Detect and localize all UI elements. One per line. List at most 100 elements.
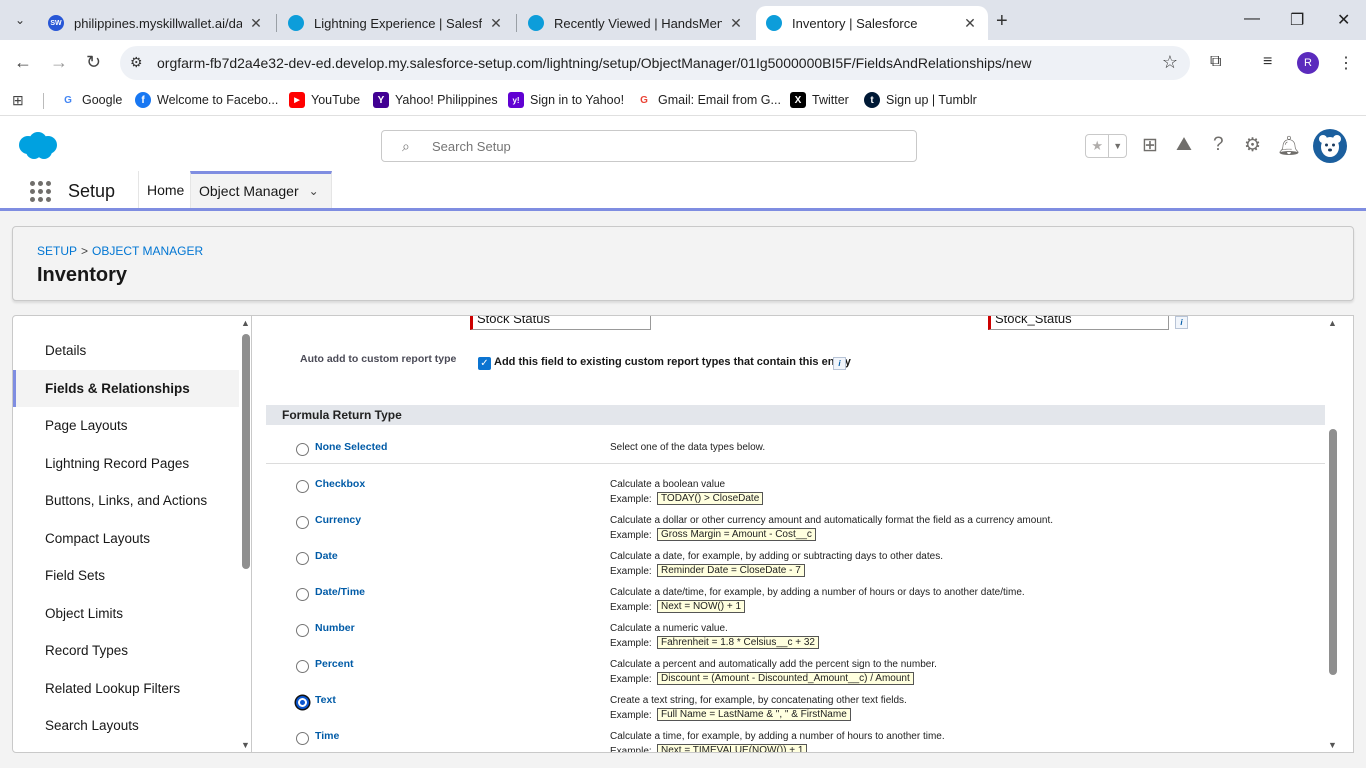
bookmark-twitter[interactable]: X Twitter bbox=[790, 92, 849, 108]
bookmark-tumblr[interactable]: t Sign up | Tumblr bbox=[864, 92, 977, 108]
extensions-icon[interactable]: ⧉ bbox=[1210, 53, 1221, 71]
lnav-record-types[interactable]: Record Types bbox=[13, 632, 239, 669]
close-tab-icon[interactable]: ✕ bbox=[248, 15, 264, 32]
return-type-label[interactable]: Date/Time bbox=[315, 586, 365, 598]
restore-icon[interactable]: ❐ bbox=[1290, 10, 1304, 30]
sf-global-header: ⌕ ★ ▼ ⊞ ⛰ ? ⚙ 🔔︎ bbox=[0, 121, 1366, 171]
chevron-down-icon[interactable]: ⌄ bbox=[309, 184, 319, 198]
radio-date[interactable] bbox=[296, 552, 309, 565]
lnav-details[interactable]: Details bbox=[13, 332, 239, 369]
radio-none-selected[interactable] bbox=[296, 443, 309, 456]
return-type-desc: Select one of the data types below. bbox=[610, 442, 766, 453]
radio-percent[interactable] bbox=[296, 660, 309, 673]
radio-checkbox[interactable] bbox=[296, 480, 309, 493]
url-text[interactable]: orgfarm-fb7d2a4e32-dev-ed.develop.my.sal… bbox=[157, 55, 1031, 71]
setup-gear-icon[interactable]: ⚙ bbox=[1244, 134, 1261, 157]
apps-grid-icon[interactable]: ⊞ bbox=[12, 92, 24, 109]
field-label-input[interactable]: Stock Status bbox=[470, 316, 651, 330]
reload-icon[interactable]: ↻ bbox=[86, 52, 101, 73]
help-icon[interactable]: ? bbox=[1213, 134, 1224, 156]
global-create-icon[interactable]: ⊞ bbox=[1142, 134, 1158, 157]
bookmark-gmail[interactable]: G Gmail: Email from G... bbox=[636, 92, 781, 108]
field-name-input[interactable]: Stock_Status bbox=[988, 316, 1169, 330]
example-label: Example: bbox=[610, 710, 652, 721]
return-type-label[interactable]: Checkbox bbox=[315, 478, 365, 490]
address-bar[interactable]: ⚙ orgfarm-fb7d2a4e32-dev-ed.develop.my.s… bbox=[120, 46, 1190, 80]
lnav-object-limits[interactable]: Object Limits bbox=[13, 595, 239, 632]
forward-icon[interactable]: → bbox=[50, 52, 68, 73]
nav-tab-object-manager[interactable]: Object Manager ⌄ bbox=[190, 171, 332, 208]
back-icon[interactable]: ← bbox=[14, 52, 32, 73]
return-type-label[interactable]: Time bbox=[315, 730, 339, 742]
x-twitter-icon: X bbox=[790, 92, 806, 108]
media-control-icon[interactable]: ≡ bbox=[1263, 53, 1272, 71]
trailhead-icon[interactable]: ⛰ bbox=[1176, 134, 1192, 156]
radio-number[interactable] bbox=[296, 624, 309, 637]
scrollbar-thumb[interactable] bbox=[1329, 429, 1337, 675]
lnav-page-layouts[interactable]: Page Layouts bbox=[13, 407, 239, 444]
nav-tab-home[interactable]: Home bbox=[138, 171, 192, 208]
minimize-icon[interactable]: — bbox=[1244, 10, 1260, 28]
close-tab-icon[interactable]: ✕ bbox=[488, 15, 504, 32]
user-avatar[interactable] bbox=[1313, 129, 1347, 163]
breadcrumb-setup[interactable]: SETUP bbox=[37, 244, 77, 258]
browser-tab-active[interactable]: Inventory | Salesforce ✕ bbox=[756, 6, 988, 40]
favorites-menu-icon[interactable]: ▼ bbox=[1109, 135, 1126, 157]
notifications-bell-icon[interactable]: 🔔︎ bbox=[1277, 134, 1301, 158]
close-tab-icon[interactable]: ✕ bbox=[728, 15, 744, 32]
site-info-icon[interactable]: ⚙ bbox=[130, 54, 143, 71]
lnav-compact-layouts[interactable]: Compact Layouts bbox=[13, 520, 239, 557]
favorite-star-icon[interactable]: ★ bbox=[1086, 135, 1110, 157]
bookmark-star-icon[interactable]: ☆ bbox=[1162, 52, 1178, 73]
bookmark-yahoo-signin[interactable]: y! Sign in to Yahoo! bbox=[508, 92, 624, 108]
window-close-icon[interactable]: ✕ bbox=[1337, 10, 1350, 30]
bookmark-yahoo-ph[interactable]: Y Yahoo! Philippines bbox=[373, 92, 498, 108]
scroll-up-icon[interactable]: ▲ bbox=[241, 318, 250, 328]
lnav-field-sets[interactable]: Field Sets bbox=[13, 557, 239, 594]
close-tab-icon[interactable]: ✕ bbox=[962, 15, 978, 32]
return-type-label[interactable]: Date bbox=[315, 550, 338, 562]
main-scrollbar[interactable]: ▲ ▼ bbox=[1327, 316, 1339, 752]
scroll-down-icon[interactable]: ▼ bbox=[241, 740, 250, 750]
return-type-label[interactable]: Percent bbox=[315, 658, 354, 670]
radio-currency[interactable] bbox=[296, 516, 309, 529]
return-type-number: Number Calculate a numeric value. Exampl… bbox=[266, 618, 1325, 654]
auto-add-checkbox[interactable]: ✓ bbox=[478, 357, 491, 370]
radio-time[interactable] bbox=[296, 732, 309, 745]
object-page-header: SETUP > OBJECT MANAGER Inventory bbox=[12, 226, 1354, 301]
bookmark-google[interactable]: G Google bbox=[60, 92, 122, 108]
lnav-fields-relationships[interactable]: Fields & Relationships bbox=[13, 370, 239, 407]
favorites-group[interactable]: ★ ▼ bbox=[1085, 134, 1127, 158]
setup-search-box[interactable]: ⌕ bbox=[381, 130, 917, 162]
tab-search-icon[interactable]: ⌄ bbox=[8, 8, 32, 32]
breadcrumb-object-manager[interactable]: OBJECT MANAGER bbox=[92, 244, 203, 258]
scroll-down-icon[interactable]: ▼ bbox=[1328, 740, 1337, 750]
scroll-up-icon[interactable]: ▲ bbox=[1328, 318, 1337, 328]
return-type-label[interactable]: Text bbox=[315, 694, 336, 706]
bookmark-facebook[interactable]: f Welcome to Facebo... bbox=[135, 92, 278, 108]
app-launcher-icon[interactable] bbox=[30, 181, 51, 202]
return-type-label[interactable]: Currency bbox=[315, 514, 361, 526]
profile-avatar[interactable]: R bbox=[1297, 52, 1319, 74]
lnav-lightning-record-pages[interactable]: Lightning Record Pages bbox=[13, 445, 239, 482]
lnav-search-layouts[interactable]: Search Layouts bbox=[13, 707, 239, 744]
browser-menu-icon[interactable]: ⋮ bbox=[1338, 53, 1354, 73]
return-type-label[interactable]: Number bbox=[315, 622, 355, 634]
radio-text[interactable] bbox=[296, 696, 309, 709]
browser-tab-3[interactable]: Recently Viewed | HandsMen Cl ✕ bbox=[518, 6, 754, 40]
setup-search-input[interactable] bbox=[432, 136, 892, 156]
return-type-label[interactable]: None Selected bbox=[315, 441, 387, 453]
lnav-related-lookup-filters[interactable]: Related Lookup Filters bbox=[13, 670, 239, 707]
left-nav-scrollbar[interactable]: ▲ ▼ bbox=[241, 316, 251, 752]
bookmark-youtube[interactable]: ▶ YouTube bbox=[289, 92, 360, 108]
radio-datetime[interactable] bbox=[296, 588, 309, 601]
info-icon[interactable]: i bbox=[1175, 316, 1188, 329]
return-type-currency: Currency Calculate a dollar or other cur… bbox=[266, 510, 1325, 546]
new-tab-icon[interactable]: + bbox=[996, 10, 1008, 33]
info-icon[interactable]: i bbox=[833, 357, 846, 370]
lnav-buttons-links-actions[interactable]: Buttons, Links, and Actions bbox=[13, 482, 239, 519]
salesforce-logo-icon[interactable] bbox=[16, 131, 58, 161]
browser-tab-2[interactable]: Lightning Experience | Salesforce ✕ bbox=[278, 6, 514, 40]
browser-tab-1[interactable]: SW philippines.myskillwallet.ai/dash ✕ bbox=[38, 6, 274, 40]
scrollbar-thumb[interactable] bbox=[242, 334, 250, 569]
